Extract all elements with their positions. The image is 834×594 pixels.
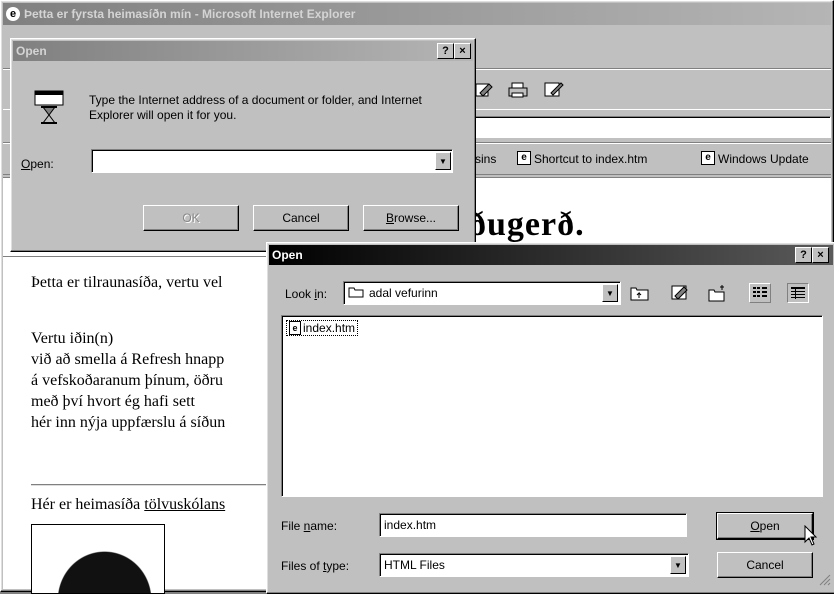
page-link-prefix: Hér er heimasíða [31, 496, 145, 513]
look-in-value: adal vefurinn [369, 286, 438, 300]
page-text-line: hér inn nýja uppfærslu á síðun [31, 414, 226, 431]
open-url-title-bar[interactable]: Open ? × [13, 41, 473, 61]
file-list[interactable]: e index.htm [281, 315, 823, 497]
up-folder-icon[interactable] [629, 283, 651, 303]
close-button[interactable]: × [812, 247, 829, 263]
ok-button[interactable]: OK [143, 205, 239, 231]
resize-grip-icon[interactable] [819, 574, 831, 589]
file-open-title: Open [272, 248, 303, 262]
page-text-line: Vertu iðin(n) [31, 330, 114, 347]
open-url-title: Open [16, 44, 47, 58]
new-folder-icon[interactable] [707, 283, 729, 303]
ie-logo-icon: e [6, 7, 20, 21]
page-hr [31, 484, 271, 486]
html-file-icon: e [289, 321, 301, 335]
page-heading: ðugerð. [469, 206, 585, 243]
list-item[interactable]: e index.htm [286, 320, 359, 336]
discuss-icon[interactable] [543, 80, 565, 100]
desktop-icon[interactable] [669, 283, 691, 303]
open-url-dialog: Open ? × Type the Internet address of a … [10, 38, 476, 252]
cancel-button[interactable]: Cancel [717, 552, 813, 578]
portrait-photo [31, 524, 165, 594]
file-open-dialog: Open ? × Look in: adal vefurinn ▼ e inde… [266, 242, 834, 594]
folder-icon [348, 286, 364, 301]
page-text-line: á vefskoðaranum þínum, öðru [31, 372, 223, 389]
open-document-icon [31, 89, 67, 128]
chevron-down-icon[interactable]: ▼ [670, 556, 686, 574]
mouse-cursor-icon [804, 524, 818, 550]
help-button[interactable]: ? [795, 247, 812, 263]
address-input[interactable] [473, 116, 831, 138]
files-of-type-label: Files of type: [281, 559, 350, 573]
open-url-description: Type the Internet address of a document … [89, 93, 422, 122]
ie-window-title: Þetta er fyrsta heimasíðn mín - Microsof… [24, 7, 356, 21]
ie-title-bar[interactable]: e Þetta er fyrsta heimasíðn mín - Micros… [3, 3, 831, 25]
file-name: index.htm [303, 321, 356, 335]
details-view-icon[interactable] [787, 283, 809, 303]
page-text-line: með því hvort ég hafi sett [31, 393, 195, 410]
look-in-select[interactable]: adal vefurinn ▼ [343, 281, 621, 305]
school-link[interactable]: tölvuskólans [144, 496, 225, 513]
page-link-line: Hér er heimasíða tölvuskólans [31, 496, 225, 514]
chevron-down-icon[interactable]: ▼ [435, 152, 451, 170]
edit-icon[interactable] [473, 80, 495, 100]
print-icon[interactable] [507, 80, 529, 100]
open-button[interactable]: Open [716, 512, 814, 540]
file-name-input[interactable]: index.htm [379, 513, 687, 537]
link-shortcut-index[interactable]: Shortcut to index.htm [534, 152, 647, 166]
open-field-label: Open: [21, 157, 54, 171]
files-of-type-value: HTML Files [384, 558, 445, 572]
help-button[interactable]: ? [437, 43, 454, 59]
list-view-icon[interactable] [749, 283, 771, 303]
link-page-icon: e [517, 151, 531, 165]
browse-button[interactable]: Browse... [363, 205, 459, 231]
file-name-label: File name: [281, 519, 338, 533]
close-button[interactable]: × [454, 43, 471, 59]
look-in-label: Look in: [285, 287, 328, 301]
chevron-down-icon[interactable]: ▼ [602, 284, 618, 302]
link-item[interactable]: sins [475, 152, 496, 166]
link-windows-update[interactable]: Windows Update [718, 152, 809, 166]
file-open-title-bar[interactable]: Open ? × [269, 245, 833, 265]
open-url-input[interactable] [91, 149, 453, 173]
page-text-intro: Þetta er tilraunasíða, vertu vel [31, 274, 223, 291]
files-of-type-select[interactable]: HTML Files ▼ [379, 553, 689, 577]
cancel-button[interactable]: Cancel [253, 205, 349, 231]
page-text-line: við að smella á Refresh hnapp [31, 351, 225, 368]
link-page-icon: e [701, 151, 715, 165]
